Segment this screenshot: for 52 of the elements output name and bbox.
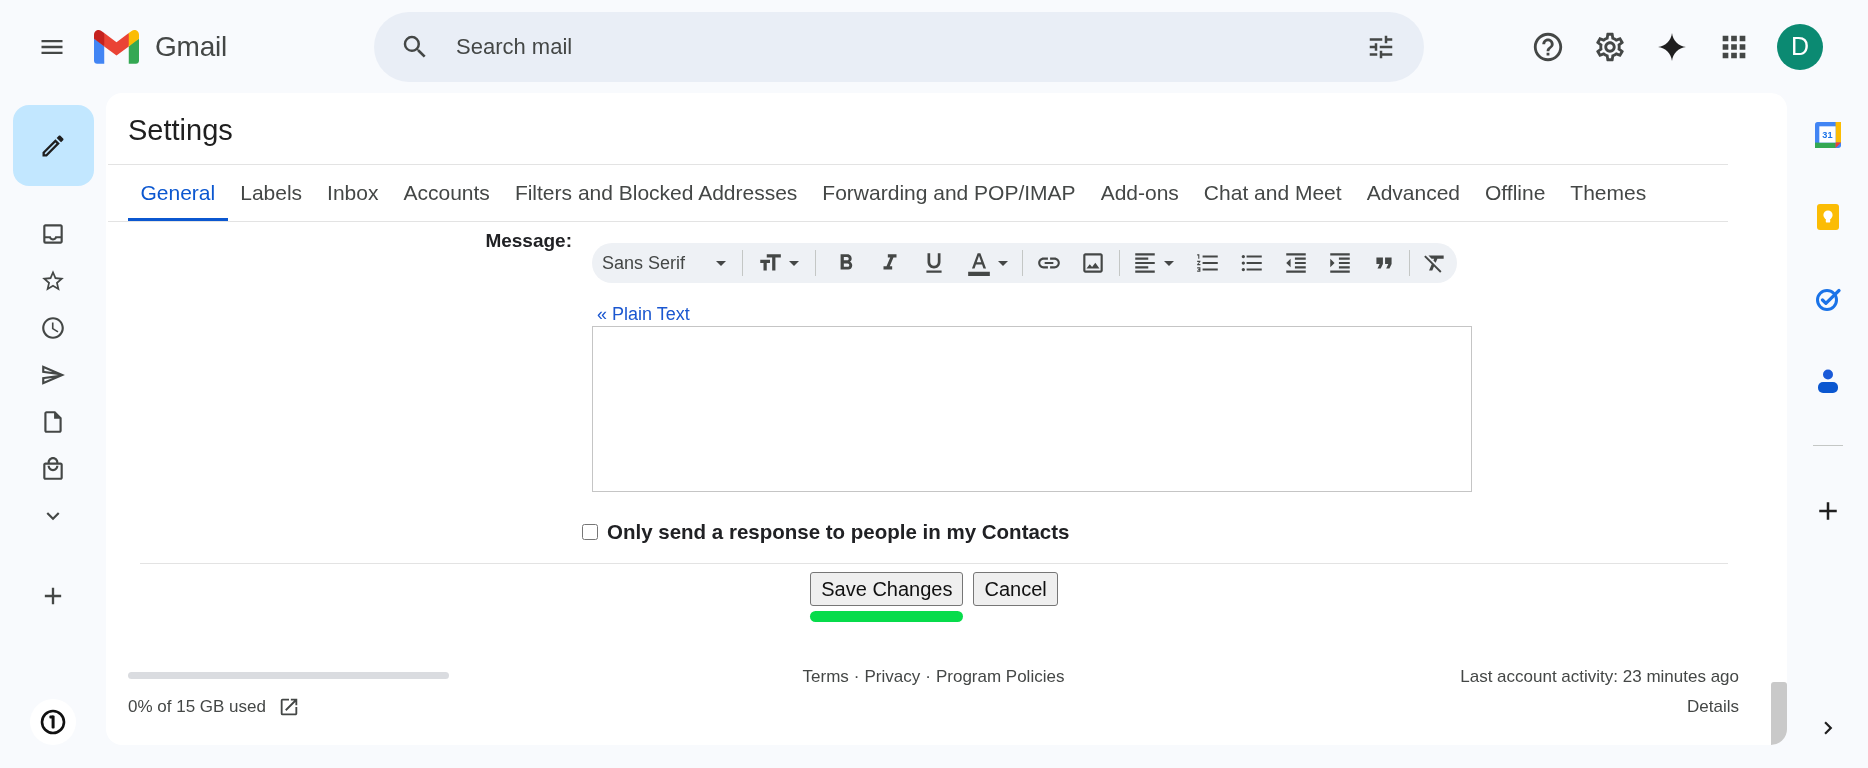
indent-decrease-icon (1283, 250, 1309, 276)
image-icon (1080, 250, 1106, 276)
settings-tab[interactable]: Themes (1557, 165, 1659, 221)
indent-increase-icon (1327, 250, 1353, 276)
checkbox-label: Only send a response to people in my Contacts (607, 520, 1070, 544)
compose-button[interactable] (12, 105, 94, 186)
shopping-bag-icon[interactable] (40, 455, 66, 482)
check-circle-icon[interactable] (1814, 286, 1841, 312)
settings-tab[interactable]: Chat and Meet (1191, 165, 1355, 221)
sparkle-icon[interactable] (1658, 32, 1686, 61)
settings-tab[interactable]: Filters and Blocked Addresses (502, 165, 810, 221)
settings-tab[interactable]: Add-ons (1088, 165, 1192, 221)
open-in-new-icon[interactable] (278, 696, 300, 718)
calendar-icon[interactable]: 31 (1814, 122, 1841, 148)
search-bar[interactable]: Search mail (374, 11, 1424, 82)
footer-link[interactable]: Privacy (864, 667, 921, 687)
caret-icon (789, 260, 799, 266)
avatar[interactable]: D (1777, 23, 1823, 70)
settings-tab[interactable]: Forwarding and POP/IMAP (809, 165, 1089, 221)
field-label: Message: (484, 231, 572, 253)
caret-icon (998, 260, 1008, 266)
person-icon[interactable] (1816, 369, 1839, 393)
activity-text: Last account activity: 23 minutes ago (1460, 667, 1739, 687)
scrollbar-thumb[interactable] (1771, 682, 1787, 745)
action-button[interactable]: Save Changes (810, 572, 964, 606)
settings-tab[interactable]: Advanced (1354, 165, 1473, 221)
search-input[interactable]: Search mail (456, 31, 1366, 62)
link-separator: · (853, 667, 860, 687)
text-color-icon (966, 250, 992, 276)
ring-icon[interactable] (30, 699, 76, 745)
caret-icon (1164, 260, 1174, 266)
action-button[interactable]: Cancel (973, 572, 1058, 606)
footer-link[interactable]: Program Policies (935, 667, 1065, 687)
plain-text-link[interactable]: « Plain Text (597, 303, 690, 325)
app-name: Gmail (155, 30, 228, 63)
checkbox[interactable] (582, 524, 598, 540)
settings-tab[interactable]: Inbox (314, 165, 391, 221)
settings-tab[interactable]: General (128, 165, 228, 221)
clock-icon[interactable] (40, 314, 66, 341)
details-link[interactable]: Details (1687, 697, 1739, 717)
storage-text: 0% of 15 GB used (128, 697, 266, 717)
caret-icon (716, 260, 726, 266)
message-body-field[interactable] (592, 326, 1472, 492)
logo-icon (94, 29, 139, 64)
settings-tab[interactable]: Offline (1472, 165, 1558, 221)
align-left-icon (1132, 250, 1158, 276)
page-title: Settings (127, 113, 234, 148)
link-separator: · (925, 667, 931, 687)
settings-tab[interactable]: Accounts (391, 165, 503, 221)
font-select[interactable]: Sans Serif (602, 243, 734, 283)
footer-link[interactable]: Terms (802, 667, 849, 687)
settings-tab[interactable]: Labels (227, 165, 315, 221)
